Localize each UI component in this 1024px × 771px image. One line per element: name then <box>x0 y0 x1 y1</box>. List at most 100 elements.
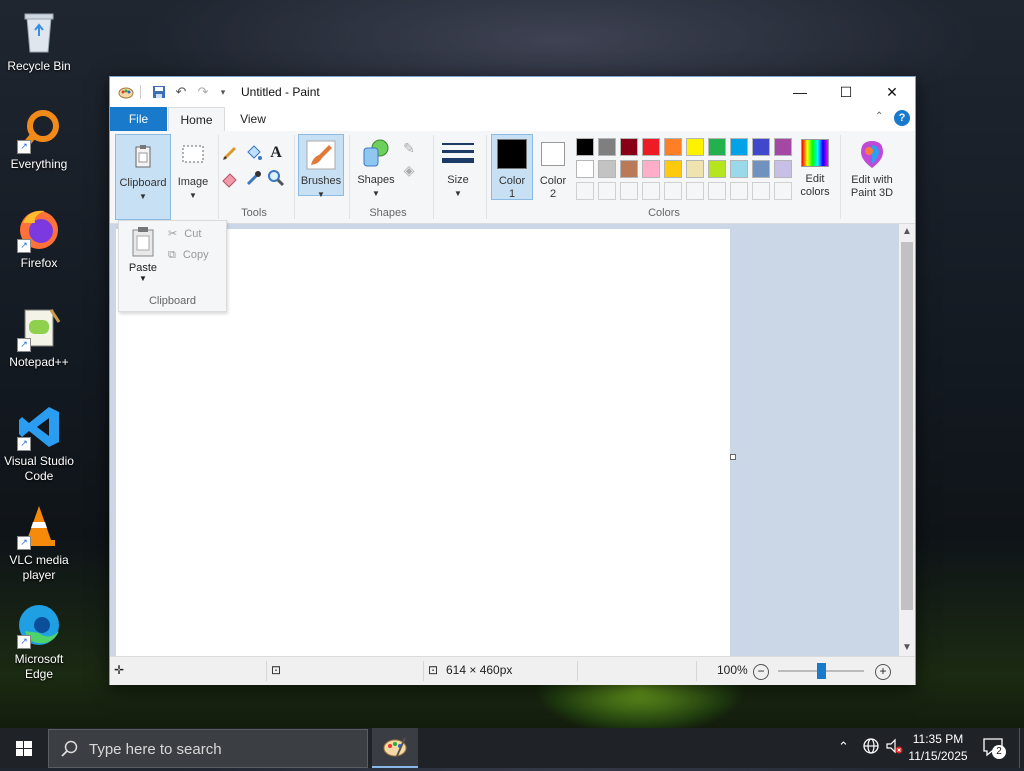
zoom-slider[interactable] <box>778 663 864 679</box>
palette-empty-slot[interactable] <box>642 182 660 200</box>
clipboard-dropdown: Paste ▼ ✂ Cut ⧉ Copy Clipboard <box>118 220 227 312</box>
tools-group-label: Tools <box>241 207 267 219</box>
shortcut-arrow-icon: ↗ <box>17 635 31 649</box>
taskbar-search-box[interactable]: Type here to search <box>48 729 368 768</box>
group-separator <box>218 135 219 219</box>
palette-swatch[interactable] <box>730 160 748 178</box>
palette-swatch[interactable] <box>620 160 638 178</box>
eraser-icon[interactable] <box>220 168 240 188</box>
tab-file[interactable]: File <box>110 107 167 131</box>
palette-empty-slot[interactable] <box>598 182 616 200</box>
cut-button[interactable]: ✂ Cut <box>168 227 201 240</box>
zoom-in-button[interactable]: + <box>875 664 891 680</box>
palette-swatch[interactable] <box>576 138 594 156</box>
palette-swatch[interactable] <box>708 138 726 156</box>
collapse-ribbon-icon[interactable]: ⌃ <box>875 111 883 122</box>
save-icon[interactable] <box>151 84 167 100</box>
close-button[interactable]: ✕ <box>869 77 915 107</box>
palette-empty-slot[interactable] <box>576 182 594 200</box>
palette-swatch[interactable] <box>598 138 616 156</box>
taskbar-paint-app[interactable] <box>372 728 418 768</box>
palette-swatch[interactable] <box>686 138 704 156</box>
fill-bucket-icon[interactable] <box>243 143 263 163</box>
palette-swatch[interactable] <box>620 138 638 156</box>
palette-empty-slot[interactable] <box>708 182 726 200</box>
palette-swatch[interactable] <box>664 138 682 156</box>
desktop-icon-edge[interactable]: ↗ Microsoft Edge <box>0 601 78 682</box>
volume-muted-icon[interactable] <box>885 737 903 758</box>
palette-empty-slot[interactable] <box>752 182 770 200</box>
palette-empty-slot[interactable] <box>774 182 792 200</box>
palette-swatch[interactable] <box>752 160 770 178</box>
color-picker-icon[interactable] <box>243 168 263 188</box>
palette-swatch[interactable] <box>664 160 682 178</box>
show-hidden-icons-icon[interactable]: ⌃ <box>838 739 849 755</box>
canvas-resize-handle[interactable] <box>730 454 736 460</box>
palette-empty-slot[interactable] <box>620 182 638 200</box>
tab-home[interactable]: Home <box>168 107 225 132</box>
magnifier-icon[interactable] <box>266 168 286 188</box>
copy-label: Copy <box>182 249 209 261</box>
paint-app-icon[interactable] <box>118 84 134 100</box>
customize-quick-access-icon[interactable]: ▾ <box>215 84 231 100</box>
redo-icon[interactable]: ↷ <box>195 84 211 100</box>
clock[interactable]: 11:35 PM 11/15/2025 <box>906 732 970 763</box>
palette-empty-slot[interactable] <box>686 182 704 200</box>
scroll-down-icon[interactable]: ▼ <box>899 640 915 656</box>
palette-swatch[interactable] <box>730 138 748 156</box>
outline-icon[interactable]: ✎ <box>399 138 419 158</box>
network-icon[interactable] <box>862 737 880 758</box>
palette-empty-slot[interactable] <box>730 182 748 200</box>
copy-button[interactable]: ⧉ Copy <box>168 249 209 262</box>
fill-icon[interactable]: ◈ <box>399 160 419 180</box>
group-separator <box>433 135 434 219</box>
desktop-icon-firefox[interactable]: ↗ Firefox <box>0 205 78 271</box>
zoom-slider-thumb[interactable] <box>816 663 826 679</box>
minimize-button[interactable]: — <box>777 77 823 107</box>
palette-swatch[interactable] <box>642 160 660 178</box>
vertical-scrollbar[interactable]: ▲ ▼ <box>899 224 915 656</box>
clipboard-icon <box>127 141 159 173</box>
image-label: Image <box>177 176 209 188</box>
clipboard-button[interactable]: Clipboard ▼ <box>115 134 171 220</box>
palette-swatch[interactable] <box>752 138 770 156</box>
scrollbar-thumb[interactable] <box>901 242 913 610</box>
start-button[interactable] <box>0 728 48 768</box>
desktop-icon-everything[interactable]: ↗ Everything <box>0 106 78 172</box>
desktop-icon-recycle-bin[interactable]: Recycle Bin <box>0 8 78 74</box>
desktop-icon-notepad-plus-plus[interactable]: ↗ Notepad++ <box>0 304 78 370</box>
maximize-button[interactable]: ☐ <box>823 77 869 107</box>
palette-swatch[interactable] <box>774 138 792 156</box>
edit-colors-button[interactable]: Edit colors <box>796 134 834 198</box>
show-desktop-button[interactable] <box>1019 728 1024 768</box>
brushes-button[interactable]: Brushes ▼ <box>298 134 344 199</box>
color1-button[interactable]: Color 1 <box>491 134 533 200</box>
size-button[interactable]: Size ▼ <box>438 134 478 198</box>
help-icon[interactable]: ? <box>894 110 910 126</box>
ribbon: Clipboard ▼ Image ▼ A Tools Brushes ▼ Sh… <box>110 131 915 224</box>
scroll-up-icon[interactable]: ▲ <box>899 224 915 240</box>
edit-with-paint3d-button[interactable]: Edit with Paint 3D <box>844 134 900 199</box>
shapes-button[interactable]: Shapes ▼ <box>354 134 398 198</box>
notification-center-button[interactable]: 2 <box>982 737 1008 759</box>
canvas-size-text: 614 × 460px <box>446 663 513 677</box>
palette-swatch[interactable] <box>642 138 660 156</box>
desktop-icon-vscode[interactable]: ↗ Visual Studio Code <box>0 403 78 484</box>
palette-swatch[interactable] <box>774 160 792 178</box>
palette-swatch[interactable] <box>686 160 704 178</box>
tab-view[interactable]: View <box>228 107 278 131</box>
pencil-icon[interactable] <box>220 143 240 163</box>
zoom-out-button[interactable]: − <box>753 664 769 680</box>
undo-icon[interactable]: ↶ <box>173 84 189 100</box>
desktop-icon-vlc[interactable]: ↗ VLC media player <box>0 502 78 583</box>
image-button[interactable]: Image ▼ <box>172 134 214 218</box>
paste-button[interactable]: Paste ▼ <box>125 225 161 283</box>
shortcut-arrow-icon: ↗ <box>17 338 31 352</box>
palette-empty-slot[interactable] <box>664 182 682 200</box>
palette-swatch[interactable] <box>708 160 726 178</box>
palette-swatch[interactable] <box>576 160 594 178</box>
palette-swatch[interactable] <box>598 160 616 178</box>
text-tool-icon[interactable]: A <box>266 143 286 163</box>
desktop-icon-label: Firefox <box>20 256 58 270</box>
color2-button[interactable]: Color 2 <box>534 134 572 200</box>
